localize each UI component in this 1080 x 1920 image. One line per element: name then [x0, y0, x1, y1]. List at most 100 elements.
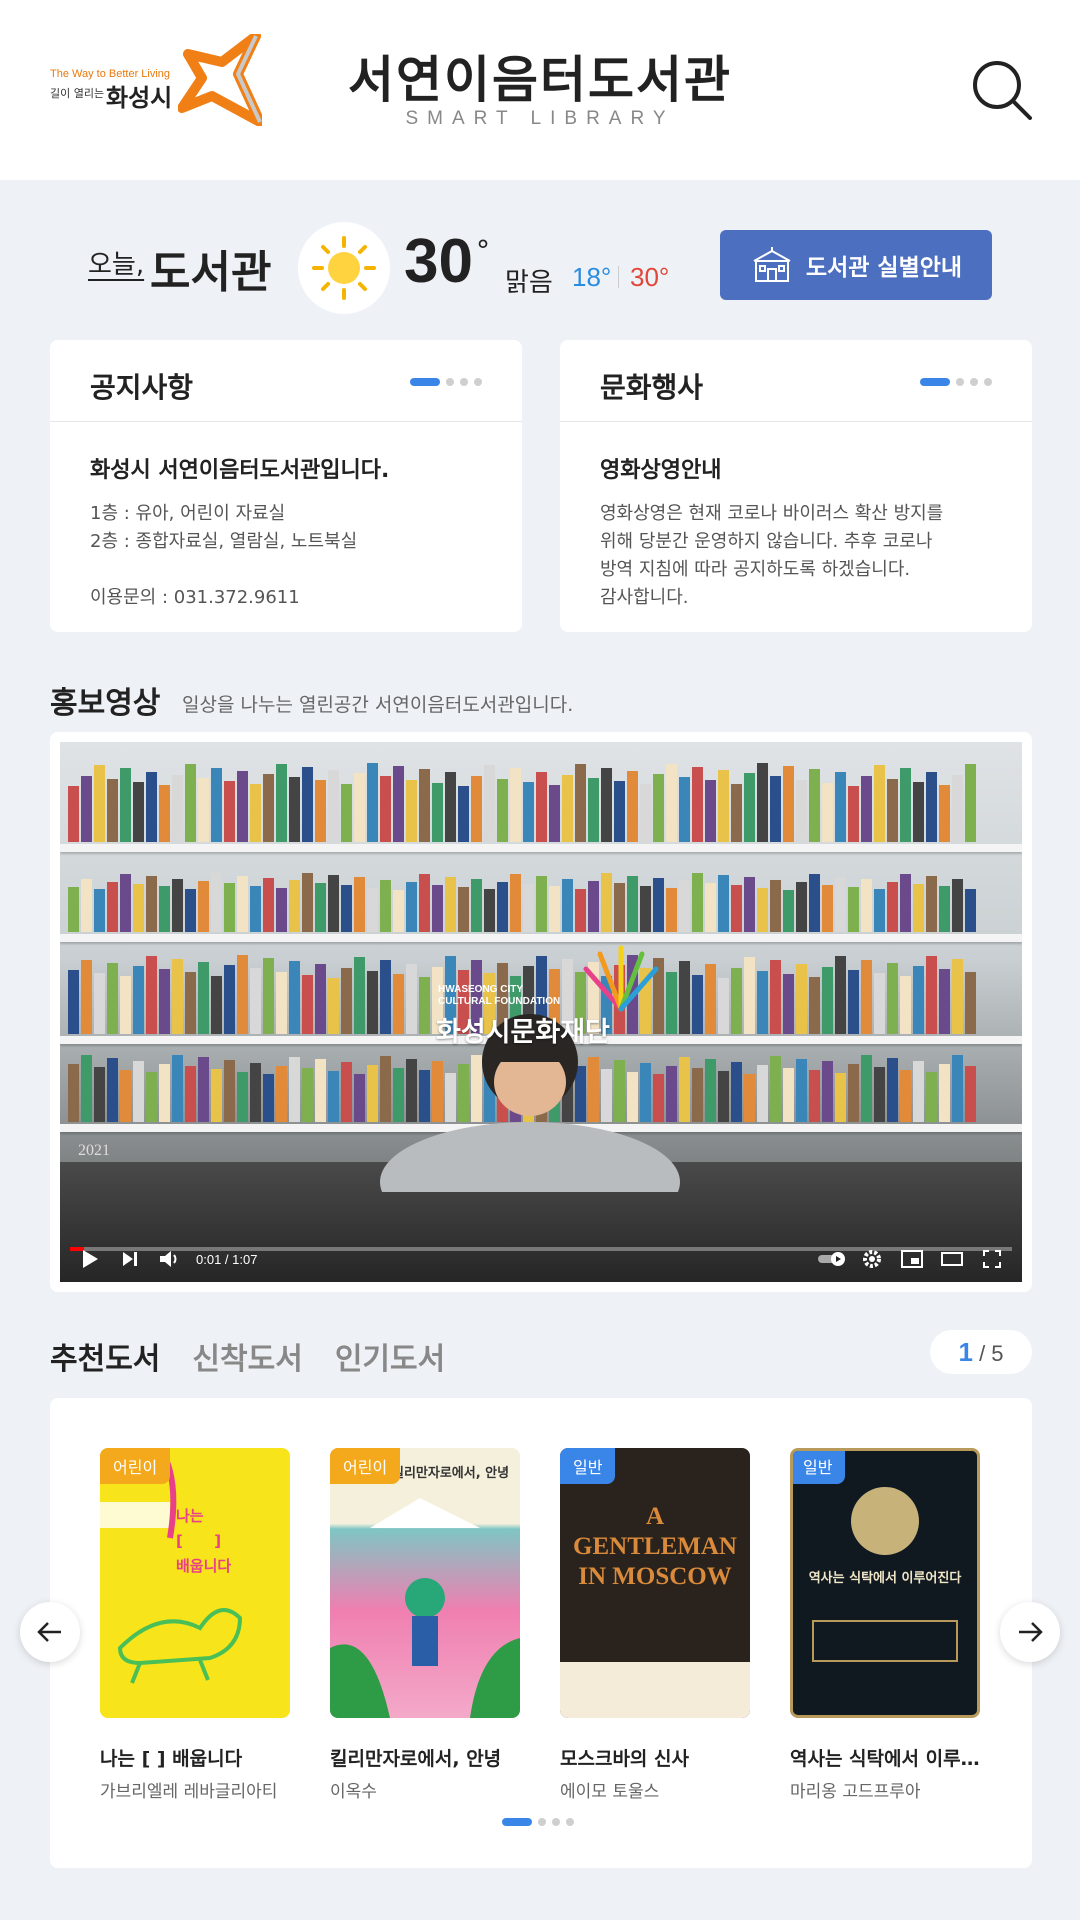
miniplayer-button[interactable] [892, 1242, 932, 1276]
book-spine [874, 889, 885, 932]
book-item[interactable]: A GENTLEMAN IN MOSCOW 일반 모스크바의 신사 에이모 토울… [560, 1448, 750, 1802]
pagination-dot[interactable] [502, 1818, 532, 1826]
book-spine [198, 962, 209, 1034]
book-spine [250, 885, 261, 932]
fullscreen-icon [983, 1250, 1001, 1268]
book-spine [809, 1070, 820, 1122]
event-pagination[interactable] [920, 378, 992, 386]
book-spine [484, 765, 495, 842]
next-button[interactable] [110, 1242, 150, 1276]
book-spine [120, 768, 131, 842]
book-spine [172, 958, 183, 1034]
page-subtitle: SMART LIBRARY [405, 108, 675, 129]
book-spine [276, 888, 287, 932]
book-title[interactable]: 나는 [ ] 배웁니다 [100, 1744, 290, 1771]
book-spine [211, 873, 222, 932]
book-spine [263, 1074, 274, 1122]
book-spine [822, 1061, 833, 1122]
pagination-dot[interactable] [446, 378, 454, 386]
book-spine [900, 1069, 911, 1122]
book-spine [146, 955, 157, 1034]
book-spine [770, 1056, 781, 1122]
book-cover[interactable]: 역사는 식탁에서 이루어진다 일반 [790, 1448, 980, 1718]
pagination-dot[interactable] [920, 378, 950, 386]
pagination-dot[interactable] [552, 1818, 560, 1826]
settings-button[interactable] [852, 1242, 892, 1276]
pagination-dot[interactable] [566, 1818, 574, 1826]
book-spine [211, 767, 222, 842]
book-spine [744, 773, 755, 842]
tab-popular[interactable]: 인기도서 [335, 1334, 445, 1378]
book-spine [731, 783, 742, 842]
book-spine [263, 878, 274, 932]
book-spine [367, 762, 378, 842]
search-button[interactable] [970, 58, 1034, 122]
book-title[interactable]: 모스크바의 신사 [560, 1744, 750, 1771]
book-spine [939, 1063, 950, 1122]
book-spine [614, 781, 625, 842]
book-spine [718, 978, 729, 1034]
book-spine [107, 881, 118, 932]
book-title[interactable]: 킬리만자로에서, 안녕 [330, 1744, 520, 1771]
book-spine [471, 879, 482, 932]
autoplay-toggle[interactable] [812, 1242, 852, 1276]
play-button[interactable] [70, 1242, 110, 1276]
book-spine [575, 764, 586, 842]
book-spine [757, 762, 768, 842]
event-body: 영화상영안내 영화상영은 현재 코로나 바이러스 확산 방지를 위해 당분간 운… [560, 422, 1032, 612]
pagination-dot[interactable] [956, 378, 964, 386]
book-page-indicator: 1 / 5 [930, 1330, 1032, 1374]
book-spine [952, 774, 963, 842]
book-spine [328, 875, 339, 932]
foundation-name-ko: 화성시문화재단 [436, 1017, 610, 1048]
book-spine [380, 879, 391, 932]
video-container: 2021 HWASEONG CITY CULTURAL FOUNDATION 화… [50, 732, 1032, 1292]
event-card[interactable]: 문화행사 영화상영안내 영화상영은 현재 코로나 바이러스 확산 방지를 위해 … [560, 340, 1032, 632]
tab-recommended[interactable]: 추천도서 [50, 1334, 160, 1378]
book-spine [393, 890, 404, 932]
book-item[interactable]: 역사는 식탁에서 이루어진다 일반 역사는 식탁에서 이루... 마리옹 고드프… [790, 1448, 980, 1802]
book-spine [627, 875, 638, 932]
book-spine [900, 768, 911, 842]
book-spine [757, 887, 768, 932]
pagination-dot[interactable] [410, 378, 440, 386]
pagination-dot[interactable] [970, 378, 978, 386]
book-spine [510, 873, 521, 932]
promo-video-player[interactable]: 2021 HWASEONG CITY CULTURAL FOUNDATION 화… [60, 742, 1022, 1282]
book-spine [770, 960, 781, 1034]
volume-button[interactable] [150, 1242, 190, 1276]
book-spine [120, 873, 131, 932]
event-line: 방역 지침에 따라 공지하도록 하겠습니다. [600, 559, 911, 580]
book-title[interactable]: 역사는 식탁에서 이루... [790, 1744, 980, 1771]
cover-art [330, 1498, 520, 1718]
carousel-next-button[interactable] [1000, 1602, 1060, 1662]
book-spine [588, 881, 599, 932]
pagination-dot[interactable] [460, 378, 468, 386]
book-cover[interactable]: 킬리만자로에서, 안녕 어린이 [330, 1448, 520, 1718]
pagination-dot[interactable] [474, 378, 482, 386]
book-spine [367, 887, 378, 932]
bookshelf-row [60, 762, 1022, 842]
book-spine [120, 1069, 131, 1122]
book-author: 마리옹 고드프루아 [790, 1782, 921, 1802]
theater-mode-button[interactable] [932, 1242, 972, 1276]
notice-heading: 화성시 서연이음터도서관입니다. [90, 458, 390, 483]
book-spine [406, 882, 417, 932]
carousel-prev-button[interactable] [20, 1602, 80, 1662]
pagination-dot[interactable] [984, 378, 992, 386]
notice-card[interactable]: 공지사항 화성시 서연이음터도서관입니다. 1층 : 유아, 어린이 자료실 2… [50, 340, 522, 632]
book-item[interactable]: 나는 [ ] 배웁니다 어린이 나는 [ ] 배웁니다 가브리엘레 레바글리아티 [100, 1448, 290, 1802]
tab-new-arrivals[interactable]: 신착도서 [192, 1334, 302, 1378]
book-spine [68, 1064, 79, 1122]
book-spine [926, 771, 937, 842]
book-spine [172, 774, 183, 842]
book-cover[interactable]: A GENTLEMAN IN MOSCOW 일반 [560, 1448, 750, 1718]
play-icon [83, 1250, 98, 1268]
fullscreen-button[interactable] [972, 1242, 1012, 1276]
book-spine [848, 970, 859, 1034]
notice-pagination[interactable] [410, 378, 482, 386]
pagination-dot[interactable] [538, 1818, 546, 1826]
book-item[interactable]: 킬리만자로에서, 안녕 어린이 킬리만자로에서, 안녕 이옥수 [330, 1448, 520, 1802]
room-guide-button[interactable]: 도서관 실별안내 [720, 230, 992, 300]
book-cover[interactable]: 나는 [ ] 배웁니다 어린이 [100, 1448, 290, 1718]
